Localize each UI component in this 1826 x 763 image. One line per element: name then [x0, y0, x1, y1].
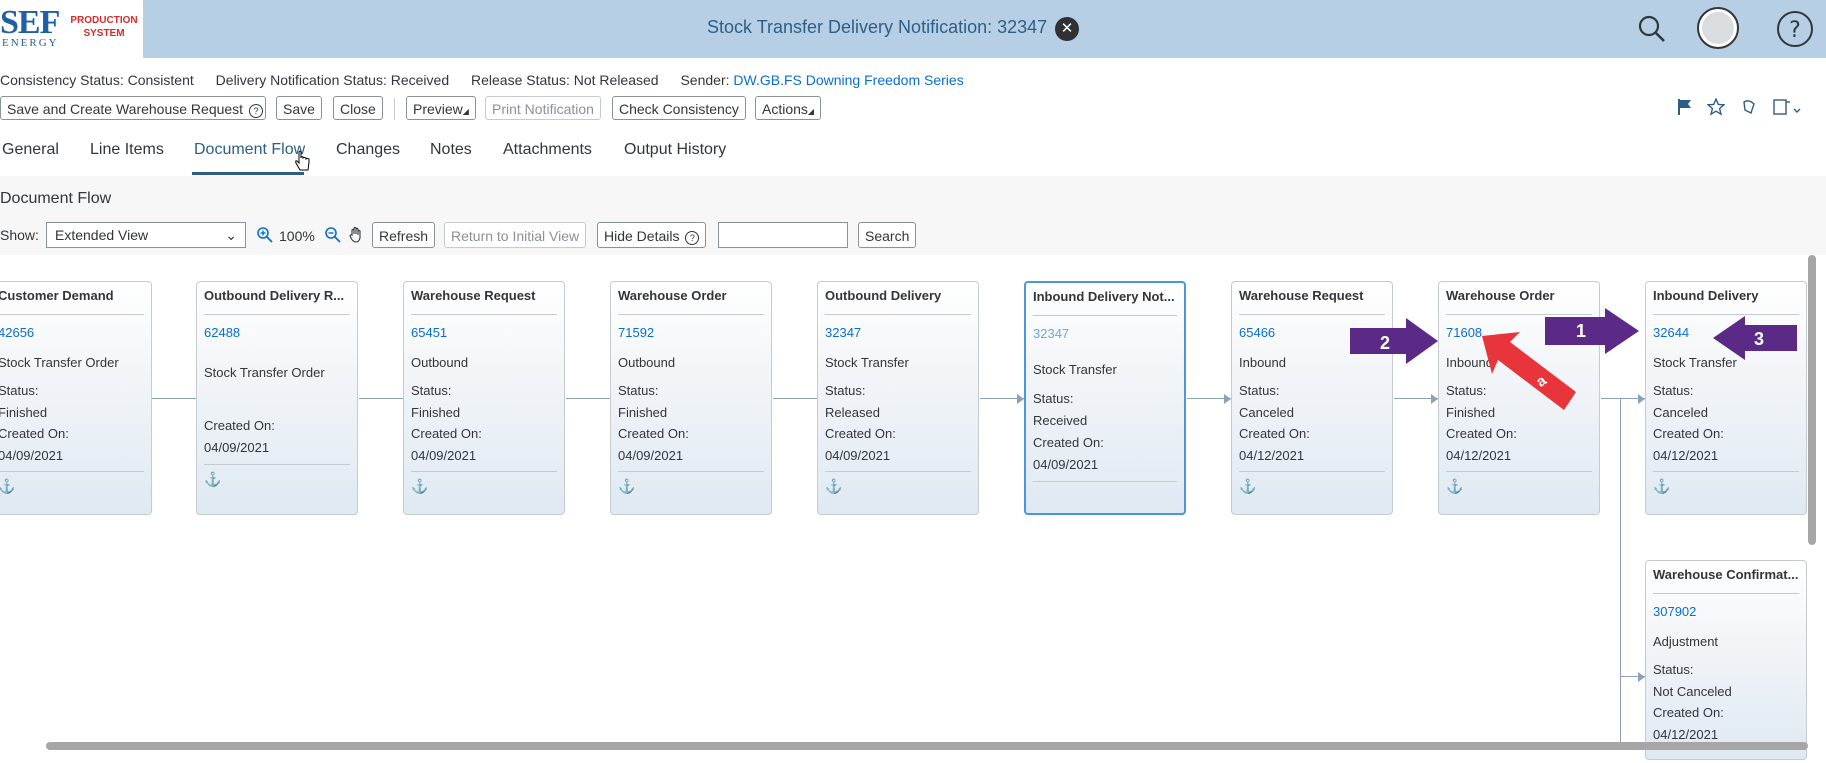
export-icon[interactable] — [1772, 97, 1802, 117]
svg-text:2: 2 — [1380, 333, 1390, 353]
company-logo[interactable]: SEF ENERGY PRODUCTION SYSTEM — [0, 0, 143, 58]
toolbar-separator — [394, 98, 395, 120]
flow-arrowhead — [1431, 394, 1438, 404]
svg-text:3: 3 — [1754, 329, 1764, 349]
document-link[interactable]: 42656 — [0, 325, 34, 340]
anchor-icon[interactable]: ⚓ — [618, 478, 635, 495]
document-link[interactable]: 32644 — [1653, 325, 1689, 340]
flow-node-warehouse-order-outbound[interactable]: Warehouse Order 71592 Outbound Status: F… — [610, 281, 772, 515]
flow-arrowhead — [1224, 394, 1231, 404]
svg-text:?: ? — [1789, 18, 1801, 43]
pan-hand-icon[interactable] — [348, 226, 364, 244]
annotation-arrow-a: a — [1482, 332, 1576, 410]
logo-product: PRODUCTION SYSTEM — [70, 15, 138, 39]
logo-mark: SEF — [0, 4, 60, 41]
consistency-label: Consistency Status: — [0, 72, 124, 88]
search-icon[interactable] — [1637, 14, 1667, 44]
print-notification-button[interactable]: Print Notification — [485, 96, 601, 120]
save-create-warehouse-request-button[interactable]: Save and Create Warehouse Request ? — [0, 96, 266, 120]
return-initial-view-button[interactable]: Return to Initial View — [444, 222, 587, 248]
document-link[interactable]: 307902 — [1653, 604, 1696, 619]
anchor-icon[interactable]: ⚓ — [1446, 478, 1463, 495]
consistency-value: Consistent — [127, 72, 194, 88]
document-link[interactable]: 71608 — [1446, 325, 1482, 340]
flow-node-warehouse-confirmation[interactable]: Warehouse Confirmat... 307902 Adjustment… — [1645, 560, 1807, 760]
show-label: Show: — [0, 227, 39, 243]
anchor-icon[interactable]: ⚓ — [825, 478, 842, 495]
flow-node-customer-demand[interactable]: Customer Demand 42656 Stock Transfer Ord… — [0, 281, 152, 515]
flow-node-warehouse-request-outbound[interactable]: Warehouse Request 65451 Outbound Status:… — [403, 281, 565, 515]
sender-link[interactable]: DW.GB.FS Downing Freedom Series — [733, 72, 963, 88]
flow-node-outbound-delivery[interactable]: Outbound Delivery 32347 Stock Transfer S… — [817, 281, 979, 515]
tab-changes[interactable]: Changes — [336, 141, 400, 159]
tab-output-history[interactable]: Output History — [624, 141, 726, 159]
info-icon: ? — [248, 104, 263, 118]
flow-connector — [359, 398, 403, 399]
document-link[interactable]: 62488 — [204, 325, 240, 340]
view-select[interactable]: Extended View ⌄ — [46, 222, 246, 248]
save-button[interactable]: Save — [276, 96, 322, 120]
document-link[interactable]: 32347 — [825, 325, 861, 340]
release-status-label: Release Status: — [471, 72, 570, 88]
anchor-icon[interactable]: ⚓ — [1239, 478, 1256, 495]
flow-node-outbound-delivery-request[interactable]: Outbound Delivery R... 62488 Stock Trans… — [196, 281, 358, 515]
refresh-button[interactable]: Refresh — [372, 222, 436, 248]
tab-attachments[interactable]: Attachments — [503, 141, 592, 159]
check-consistency-button[interactable]: Check Consistency — [612, 96, 746, 120]
zoom-in-icon[interactable] — [256, 226, 274, 244]
chevron-down-icon: ⌄ — [225, 227, 237, 243]
actions-button[interactable]: Actions◢ — [755, 96, 822, 120]
hand-cursor-icon — [295, 150, 310, 171]
shell-title: Stock Transfer Delivery Notification: 32… — [707, 17, 1048, 37]
shell-bar: SEF ENERGY PRODUCTION SYSTEM Stock Trans… — [0, 0, 1826, 58]
document-link[interactable]: 65451 — [411, 325, 447, 340]
vertical-scrollbar[interactable] — [1808, 255, 1816, 545]
tab-document-flow[interactable]: Document Flow — [194, 141, 305, 159]
document-link[interactable]: 65466 — [1239, 325, 1275, 340]
flow-connector-vertical — [1620, 398, 1621, 750]
annotation-arrow-2: 2 — [1350, 318, 1438, 364]
anchor-icon[interactable]: ⚓ — [0, 478, 15, 495]
flow-search-input[interactable] — [718, 222, 848, 248]
info-icon: ? — [685, 231, 700, 245]
star-icon[interactable] — [1707, 98, 1725, 116]
release-status-value: Not Released — [573, 72, 659, 88]
user-avatar[interactable] — [1696, 6, 1740, 50]
anchor-icon[interactable]: ⚓ — [1653, 478, 1670, 495]
delivery-status-label: Delivery Notification Status: — [215, 72, 387, 88]
zoom-out-icon[interactable] — [324, 226, 342, 244]
flow-connector — [152, 398, 196, 399]
delivery-status-value: Received — [390, 72, 450, 88]
flow-connector — [773, 398, 817, 399]
document-link[interactable]: 71592 — [618, 325, 654, 340]
flow-arrowhead — [1638, 394, 1645, 404]
flow-connector — [566, 398, 610, 399]
horizontal-scrollbar[interactable] — [46, 742, 1808, 750]
sender-label: Sender: — [680, 72, 730, 88]
flow-node-warehouse-request-inbound[interactable]: Warehouse Request 65466 Inbound Status: … — [1231, 281, 1393, 515]
close-icon[interactable]: ✕ — [1055, 17, 1079, 41]
preview-button[interactable]: Preview◢ — [406, 96, 476, 120]
tab-notes[interactable]: Notes — [430, 141, 472, 159]
annotation-arrow-3: 3 — [1713, 316, 1797, 360]
anchor-icon[interactable]: ⚓ — [411, 478, 428, 495]
tab-general[interactable]: General — [2, 141, 59, 159]
hide-details-button[interactable]: Hide Details ? — [597, 222, 707, 248]
section-title: Document Flow — [0, 190, 112, 207]
help-icon[interactable]: ? — [1776, 10, 1814, 48]
flow-node-inbound-delivery-notification[interactable]: Inbound Delivery Not... 32347 Stock Tran… — [1024, 281, 1186, 515]
share-icon[interactable] — [1741, 98, 1757, 116]
close-button[interactable]: Close — [333, 96, 383, 120]
tab-line-items[interactable]: Line Items — [90, 141, 164, 159]
document-link[interactable]: 32347 — [1033, 326, 1069, 341]
flag-icon[interactable] — [1677, 98, 1693, 116]
logo-sub: ENERGY — [2, 37, 59, 49]
flow-arrowhead — [1017, 394, 1024, 404]
active-tab-indicator — [192, 172, 304, 175]
flow-arrowhead — [1638, 672, 1645, 682]
header-status-line: Consistency Status: Consistent Delivery … — [0, 72, 964, 88]
search-button[interactable]: Search — [858, 222, 917, 248]
zoom-level: 100% — [279, 228, 315, 244]
anchor-icon[interactable]: ⚓ — [204, 471, 221, 488]
